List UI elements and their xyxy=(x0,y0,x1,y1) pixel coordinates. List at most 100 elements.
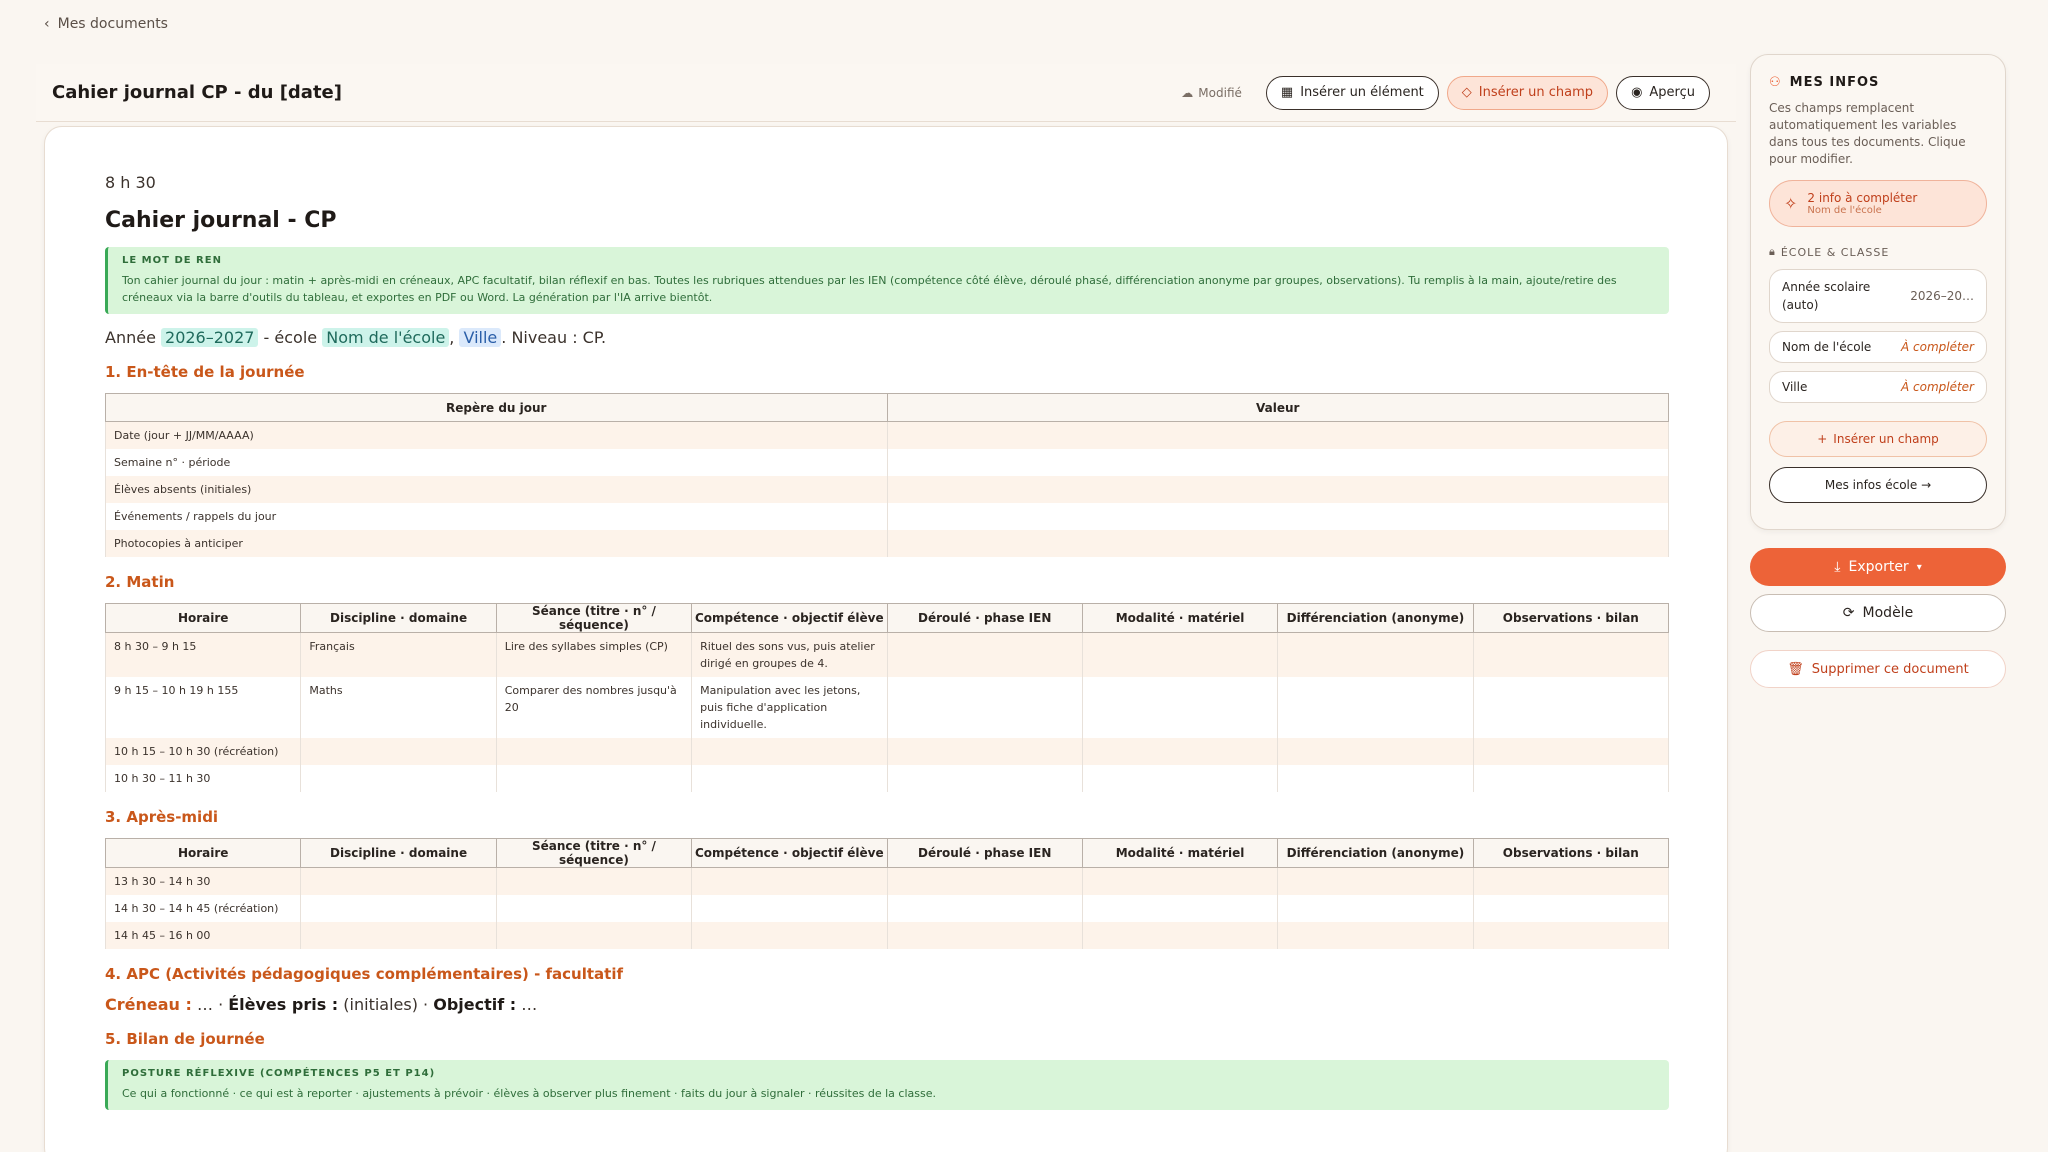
document-editor[interactable]: 8 h 30 Cahier journal - CP LE MOT DE REN… xyxy=(44,126,1728,1152)
table-cell[interactable] xyxy=(886,867,1083,895)
field-value: 2026–20… xyxy=(1910,289,1974,303)
afternoon-table[interactable]: Horaire Discipline · domaine Séance (titre… xyxy=(104,838,1670,949)
table-cell[interactable] xyxy=(1081,765,1279,792)
table-cell[interactable] xyxy=(691,867,888,895)
template-label: Modèle xyxy=(1862,605,1914,621)
table-cell[interactable]: Élèves absents (initiales) xyxy=(105,476,888,503)
table-row: 10 h 15 – 10 h 30 (récréation) xyxy=(104,738,1670,765)
table-cell[interactable] xyxy=(1277,632,1474,677)
document-content: 8 h 30 Cahier journal - CP LE MOT DE REN… xyxy=(104,173,1670,1124)
table-cell[interactable] xyxy=(1081,632,1279,677)
table-row: 9 h 15 – 10 h 19 h 155 Maths Comparer des … xyxy=(104,677,1670,738)
delete-document-button[interactable]: 🗑︎ Supprimer ce document xyxy=(1750,650,2006,688)
morning-table[interactable]: Horaire Discipline · domaine Séance (titre… xyxy=(104,603,1670,792)
table-cell[interactable]: 8 h 30 – 9 h 15 xyxy=(104,632,302,677)
table-cell[interactable] xyxy=(1277,677,1474,738)
table-cell[interactable]: 10 h 30 – 11 h 30 xyxy=(104,765,302,792)
document-title[interactable]: Cahier journal CP - du [date] xyxy=(52,82,342,103)
field-value: À compléter xyxy=(1900,380,1974,394)
table-cell[interactable]: Français xyxy=(300,632,497,677)
table-cell[interactable] xyxy=(495,738,693,765)
table-cell[interactable] xyxy=(886,530,1669,557)
table-cell[interactable]: Semaine n° · période xyxy=(105,449,888,476)
preview-button[interactable]: ◉ Aperçu xyxy=(1616,75,1710,110)
table-cell[interactable] xyxy=(886,895,1083,922)
table-cell[interactable] xyxy=(495,922,693,949)
table-cell[interactable] xyxy=(886,503,1669,530)
table-cell[interactable] xyxy=(886,738,1083,765)
bilan-callout: POSTURE RÉFLEXIVE (COMPÉTENCES P5 ET P14… xyxy=(105,1060,1669,1110)
table-cell[interactable] xyxy=(495,765,693,792)
table-cell[interactable]: Lire des syllabes simples (CP) xyxy=(495,632,693,677)
table-cell[interactable] xyxy=(1472,738,1670,765)
table-cell[interactable]: Événements / rappels du jour xyxy=(105,503,888,530)
table-cell[interactable] xyxy=(886,632,1083,677)
table-cell[interactable]: Date (jour + JJ/MM/AAAA) xyxy=(105,421,888,449)
table-cell[interactable]: 14 h 45 – 16 h 00 xyxy=(104,922,302,949)
table-cell[interactable]: Manipulation avec les jetons, puis fiche… xyxy=(691,677,888,738)
back-link[interactable]: ‹ Mes documents xyxy=(44,16,168,32)
table-cell[interactable] xyxy=(495,867,693,895)
table-row: 14 h 45 – 16 h 00 xyxy=(104,922,1670,949)
table-cell[interactable] xyxy=(1081,895,1279,922)
table-header-cell: Compétence · objectif élève xyxy=(691,838,888,868)
table-cell[interactable] xyxy=(1277,922,1474,949)
table-cell[interactable] xyxy=(1472,765,1670,792)
incomplete-info-alert[interactable]: ✧ 2 info à compléter Nom de l'école xyxy=(1769,180,1987,227)
export-button[interactable]: ⤓ Exporter ▾ xyxy=(1750,548,2006,586)
table-cell[interactable] xyxy=(1081,677,1279,738)
table-cell[interactable] xyxy=(1081,867,1279,895)
city-field-chip[interactable]: Ville xyxy=(459,328,502,347)
table-cell[interactable]: 14 h 30 – 14 h 45 (récréation) xyxy=(104,895,302,922)
table-cell[interactable]: Rituel des sons vus, puis atelier dirigé… xyxy=(691,632,888,677)
table-cell[interactable] xyxy=(691,895,888,922)
table-cell[interactable] xyxy=(495,895,693,922)
table-header-cell: Différenciation (anonyme) xyxy=(1277,603,1474,633)
table-cell[interactable] xyxy=(1081,922,1279,949)
field-school-year[interactable]: Année scolaire (auto) 2026–20… xyxy=(1769,269,1987,323)
delete-label: Supprimer ce document xyxy=(1811,661,1969,677)
table-cell[interactable] xyxy=(691,922,888,949)
insert-element-button[interactable]: ▦ Insérer un élément xyxy=(1265,75,1439,110)
table-cell[interactable] xyxy=(300,895,497,922)
table-cell[interactable] xyxy=(886,449,1669,476)
school-field-chip[interactable]: Nom de l'école xyxy=(322,328,450,347)
tag-icon: ◇ xyxy=(1461,85,1472,100)
table-cell[interactable] xyxy=(300,922,497,949)
table-cell[interactable] xyxy=(691,738,888,765)
apc-objectif-label: Objectif : xyxy=(433,995,517,1014)
field-city[interactable]: Ville À compléter xyxy=(1769,371,1987,403)
year-field-chip[interactable]: 2026–2027 xyxy=(161,328,259,347)
table-cell[interactable] xyxy=(1277,738,1474,765)
insert-field-button[interactable]: ◇ Insérer un champ xyxy=(1446,75,1609,110)
table-cell[interactable] xyxy=(1472,922,1670,949)
table-cell[interactable]: 13 h 30 – 14 h 30 xyxy=(104,867,302,895)
table-cell[interactable] xyxy=(1277,867,1474,895)
table-cell[interactable] xyxy=(1472,895,1670,922)
table-cell[interactable] xyxy=(1277,765,1474,792)
table-cell[interactable] xyxy=(1277,895,1474,922)
table-cell[interactable]: Photocopies à anticiper xyxy=(105,530,888,557)
table-cell[interactable] xyxy=(886,765,1083,792)
table-cell[interactable]: 10 h 15 – 10 h 30 (récréation) xyxy=(104,738,302,765)
template-button[interactable]: ⟳ Modèle xyxy=(1750,594,2006,632)
table-cell[interactable] xyxy=(300,867,497,895)
table-cell[interactable] xyxy=(886,476,1669,503)
day-header-table[interactable]: Repère du jour Valeur Date (jour + JJ/MM/… xyxy=(105,393,1669,557)
table-cell[interactable] xyxy=(1081,738,1279,765)
table-cell[interactable]: 9 h 15 – 10 h 19 h 155 xyxy=(104,677,302,738)
table-cell[interactable] xyxy=(886,922,1083,949)
table-cell[interactable] xyxy=(886,421,1669,449)
sidebar-insert-field-button[interactable]: + Insérer un champ xyxy=(1769,421,1987,457)
table-cell[interactable] xyxy=(886,677,1083,738)
table-cell[interactable]: Comparer des nombres jusqu'à 20 xyxy=(495,677,693,738)
table-cell[interactable] xyxy=(300,765,497,792)
table-cell[interactable]: Maths xyxy=(300,677,497,738)
table-cell[interactable] xyxy=(691,765,888,792)
table-cell[interactable] xyxy=(1472,867,1670,895)
school-info-button[interactable]: Mes infos école → xyxy=(1769,467,1987,503)
field-school-name[interactable]: Nom de l'école À compléter xyxy=(1769,331,1987,363)
table-cell[interactable] xyxy=(300,738,497,765)
table-cell[interactable] xyxy=(1472,677,1670,738)
table-cell[interactable] xyxy=(1472,632,1670,677)
